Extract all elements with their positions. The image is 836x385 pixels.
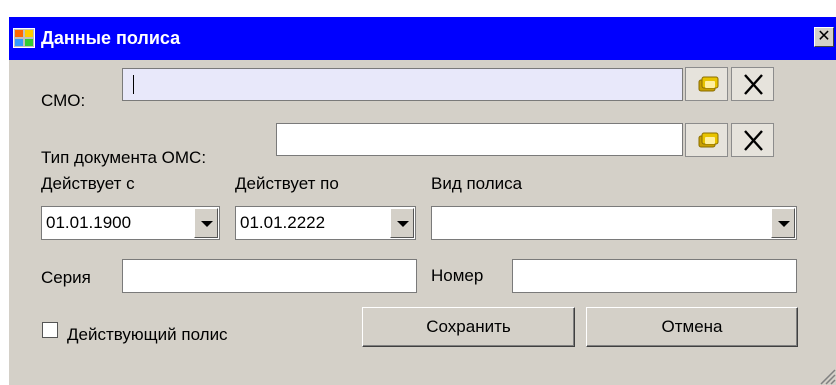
valid-from-label: Действует с [41,174,135,193]
window-title: Данные полиса [41,28,181,48]
doc-type-lookup-button[interactable] [685,123,728,157]
resize-grip-icon[interactable] [816,365,836,385]
chevron-down-icon[interactable] [390,208,414,238]
series-label: Серия [41,268,91,287]
folder-lookup-icon [698,132,719,148]
series-input[interactable] [122,259,417,293]
smo-lookup-button[interactable] [685,67,728,101]
folder-lookup-icon [698,76,719,92]
valid-from-datepicker[interactable]: 01.01.1900 [41,206,220,240]
close-button[interactable]: ✕ [814,27,834,47]
app-icon [13,28,35,48]
doc-type-clear-button[interactable] [731,123,774,157]
chevron-down-icon[interactable] [771,208,795,238]
active-policy-label[interactable]: Действующий полис [67,325,228,345]
policy-type-label: Вид полиса [431,174,523,193]
title-bar[interactable]: Данные полиса ✕ [9,17,836,60]
text-caret [133,75,134,94]
policy-dialog: Данные полиса ✕ СМО: Тип документа ОМС: [8,17,836,385]
clear-x-icon [744,130,763,151]
smo-clear-button[interactable] [731,67,774,101]
active-policy-checkbox[interactable] [42,322,58,338]
cancel-button[interactable]: Отмена [586,307,798,347]
chevron-down-icon[interactable] [194,208,218,238]
valid-to-label: Действует по [235,174,339,193]
close-icon: ✕ [817,28,831,45]
doc-type-label: Тип документа ОМС: [41,148,207,167]
number-label: Номер [431,266,484,285]
doc-type-field[interactable] [276,123,683,156]
smo-label: СМО: [41,91,86,110]
smo-field[interactable] [122,68,683,101]
clear-x-icon [744,74,763,95]
save-button[interactable]: Сохранить [362,307,575,347]
number-input[interactable] [512,259,797,293]
valid-to-datepicker[interactable]: 01.01.2222 [235,206,416,240]
policy-type-select[interactable] [431,206,797,240]
